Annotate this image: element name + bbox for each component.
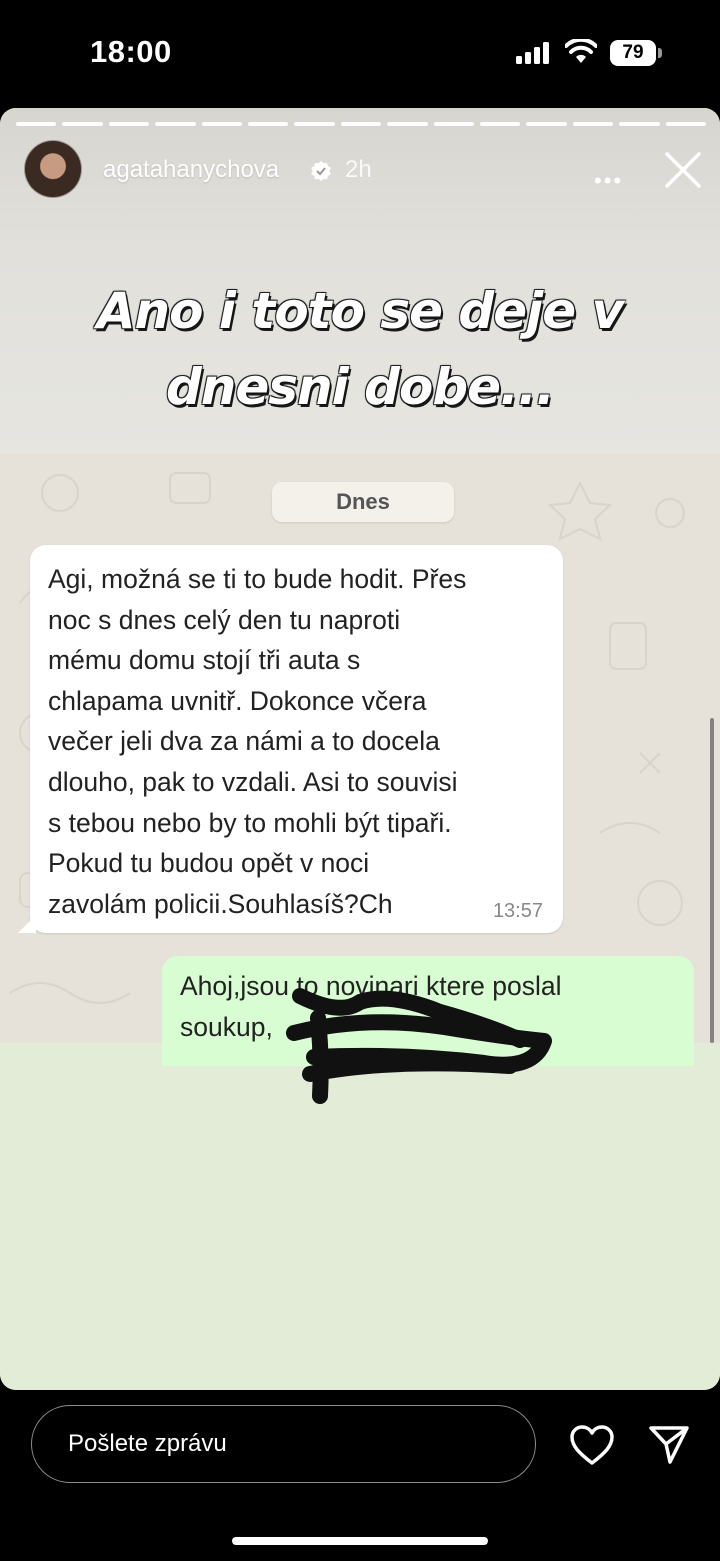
cellular-signal-icon [516, 42, 549, 64]
verified-badge-icon [311, 161, 331, 181]
close-icon[interactable] [664, 151, 702, 189]
battery-indicator: 79 [610, 40, 656, 66]
send-icon[interactable] [648, 1424, 690, 1466]
chat-scrollbar [710, 718, 714, 1043]
incoming-message-time: 13:57 [492, 900, 543, 922]
home-indicator[interactable] [232, 1537, 488, 1545]
story-caption: Ano i toto se deje v dnesni dobe... [40, 273, 680, 425]
bubble-tail [18, 915, 36, 933]
wifi-icon [565, 39, 597, 63]
caption-line-2: dnesni dobe... [165, 358, 555, 416]
reply-placeholder: Pošlete zprávu [68, 1430, 227, 1457]
avatar[interactable] [24, 140, 82, 198]
incoming-message-text: Agi, možná se ti to bude hodit. Přes noc… [48, 564, 467, 919]
redaction-scribble [286, 988, 552, 1104]
status-time: 18:00 [90, 34, 172, 69]
story-username[interactable]: agatahanychova [103, 156, 279, 184]
chat-date-chip: Dnes [272, 482, 454, 522]
incoming-message-bubble: Agi, možná se ti to bude hodit. Přes noc… [18, 545, 563, 933]
more-options-icon[interactable]: ••• [594, 168, 623, 194]
caption-line-1: Ano i toto se deje v [96, 282, 624, 340]
story-progress-bar [16, 122, 707, 126]
story-viewer[interactable]: agatahanychova 2h ••• Ano i toto se deje… [0, 108, 720, 1390]
story-time-ago: 2h [345, 156, 372, 183]
heart-icon[interactable] [569, 1424, 615, 1466]
status-bar: 18:00 79 [0, 0, 720, 105]
battery-cap [658, 48, 662, 58]
